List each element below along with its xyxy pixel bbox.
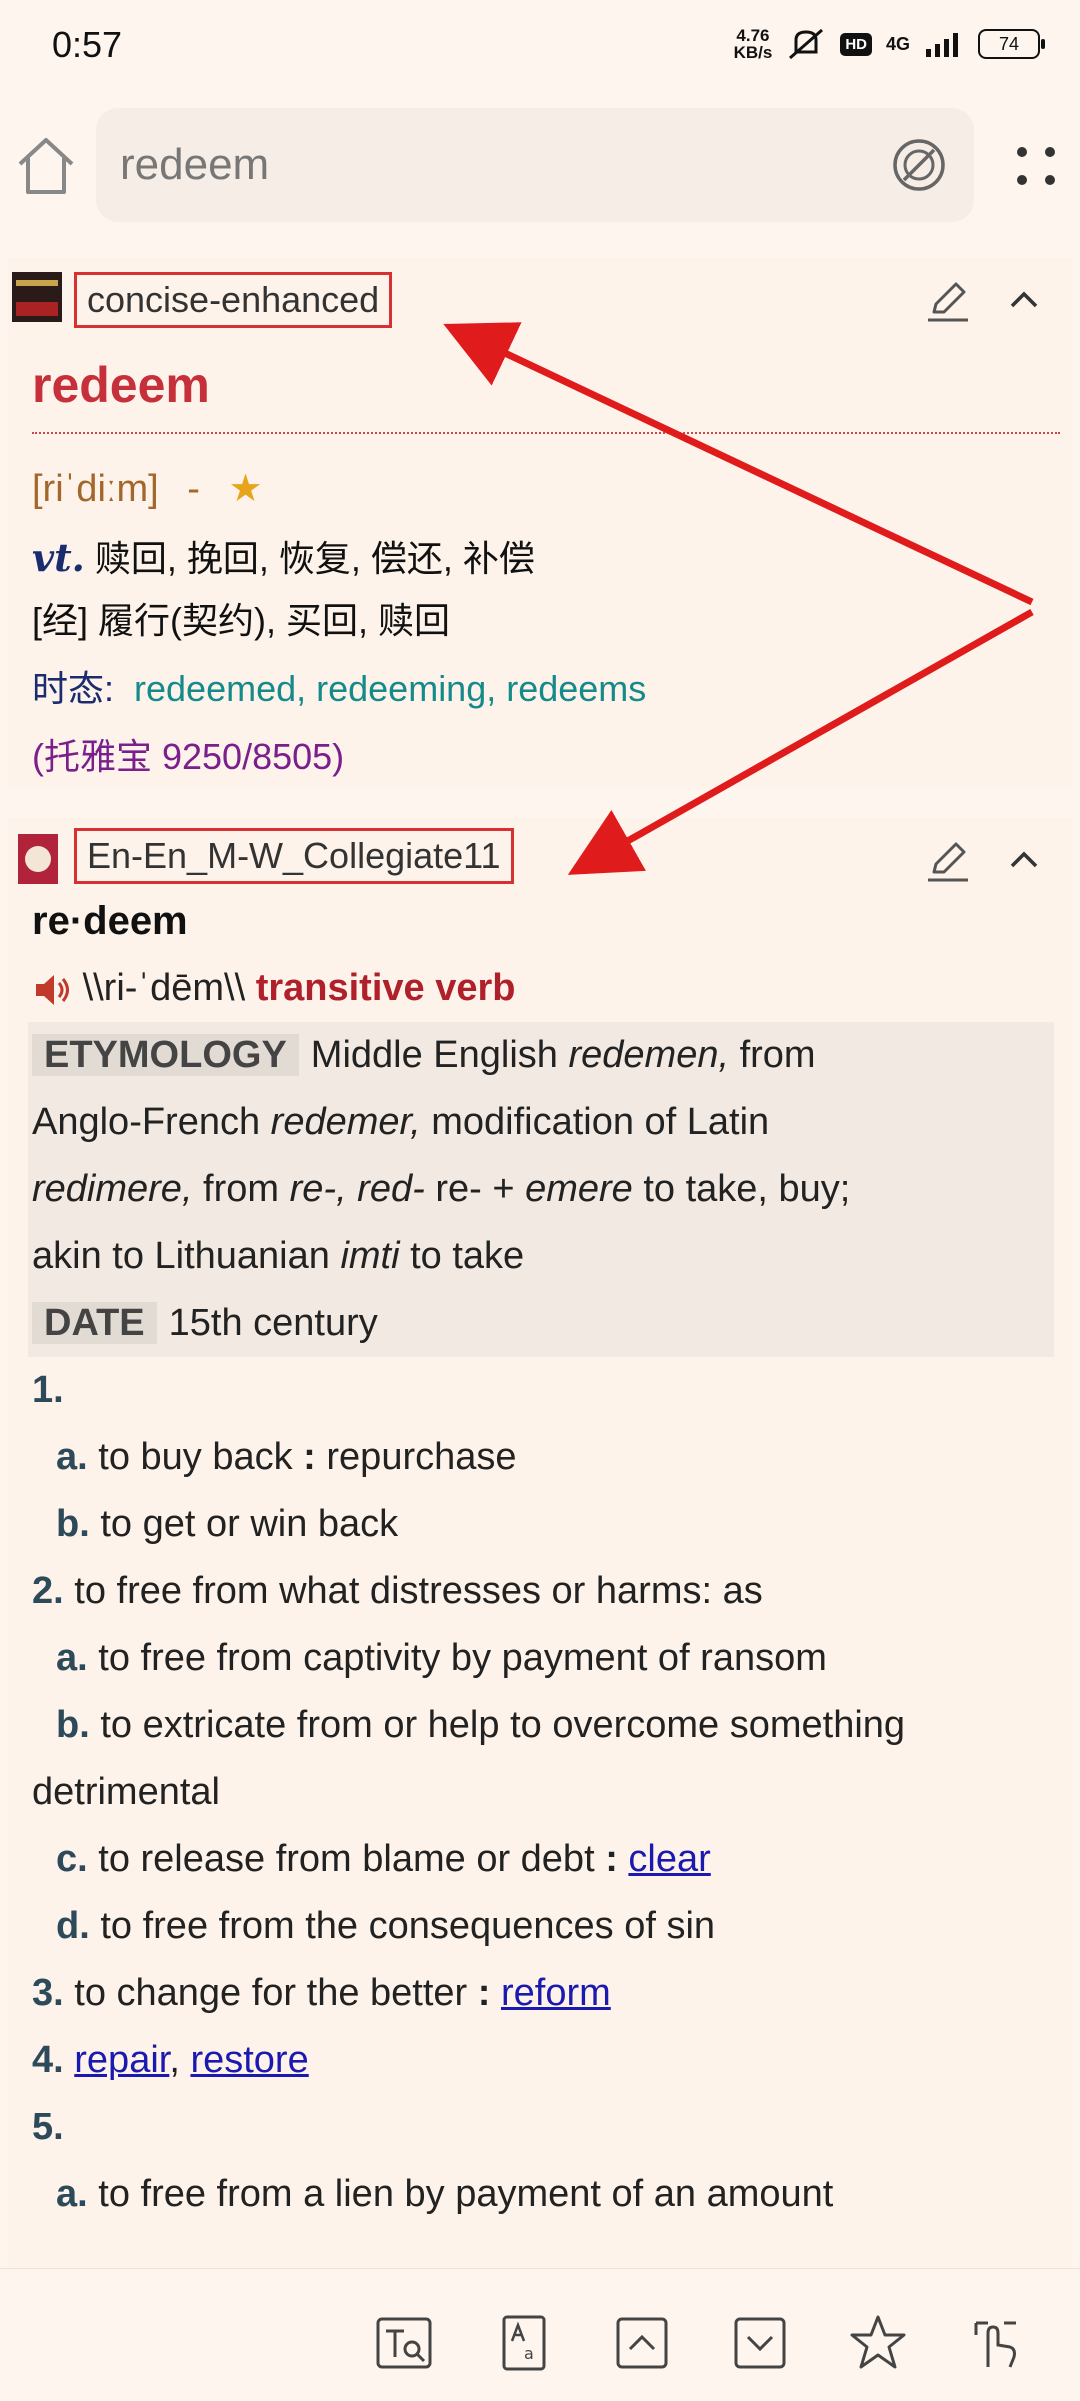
dict-name-label[interactable]: En-En_M-W_Collegiate11 — [74, 828, 514, 884]
sense-2b: b. to extricate from or help to overcome… — [56, 1704, 906, 1746]
dict-card-mw: En-En_M-W_Collegiate11 re·deem \\ri-ˈdēm… — [8, 818, 1072, 2268]
hd-badge: HD — [840, 32, 872, 56]
dict-name-label[interactable]: concise-enhanced — [74, 272, 393, 328]
sense-5: 5. — [32, 2106, 64, 2148]
previous-entry-icon[interactable] — [612, 2313, 672, 2373]
status-time: 0:57 — [52, 24, 123, 65]
tense-forms: 时态: redeemed, redeeming, redeems — [32, 668, 647, 709]
favorite-star-icon[interactable] — [848, 2313, 908, 2373]
network-type: 4G — [885, 33, 910, 54]
pronunciation: [riˈdiːm] - ★ — [32, 468, 263, 510]
etymology-tag: ETYMOLOGY — [32, 1034, 299, 1076]
clear-search-icon[interactable] — [890, 136, 948, 194]
sense-4: 4. repair, restore — [32, 2039, 309, 2081]
more-menu-icon[interactable] — [1008, 138, 1064, 194]
definition-line: [经] 履行(契约), 买回, 赎回 — [32, 600, 450, 641]
sense-2b-cont: detrimental — [32, 1771, 220, 1813]
sense-1a: a. to buy back : repurchase — [56, 1436, 517, 1478]
battery-icon: 74 — [978, 29, 1045, 59]
definition-line: vt. 赎回, 挽回, 恢复, 偿还, 补偿 — [32, 535, 535, 580]
search-row: redeem — [0, 108, 1080, 222]
sense-1b: b. to get or win back — [56, 1503, 399, 1545]
exam-frequency: (托雅宝 9250/8505) — [32, 736, 345, 777]
collapse-chevron-icon[interactable] — [1004, 280, 1044, 320]
star-icon: ★ — [228, 468, 263, 510]
link-repair[interactable]: repair — [74, 2039, 169, 2081]
divider — [32, 432, 1060, 434]
pronunciation-line: \\ri-ˈdēm\\ transitive verb — [32, 955, 1062, 1022]
mute-vibrate-icon — [789, 28, 824, 60]
status-icons: 4.76 KB/s HD 4G 74 — [733, 26, 1045, 62]
part-of-speech: transitive verb — [255, 967, 516, 1009]
signal-icon — [926, 33, 958, 57]
status-bar: 0:57 4.76 KB/s HD 4G 74 — [0, 0, 1080, 96]
sense-2: 2. to free from what distresses or harms… — [32, 1570, 763, 1612]
etymology-block: ETYMOLOGY Middle English redemen, from An… — [28, 1022, 1054, 1357]
headword: redeem — [32, 357, 210, 413]
search-input[interactable]: redeem — [96, 108, 974, 222]
date-tag: DATE — [32, 1302, 157, 1344]
sense-1: 1. — [32, 1369, 64, 1411]
next-entry-icon[interactable] — [730, 2313, 790, 2373]
touch-select-icon[interactable] — [966, 2313, 1026, 2373]
link-restore[interactable]: restore — [190, 2039, 308, 2081]
headword: re·deem — [32, 899, 188, 943]
home-icon[interactable] — [14, 134, 78, 198]
sense-2c: c. to release from blame or debt : clear — [56, 1838, 711, 1880]
link-clear[interactable]: clear — [628, 1838, 710, 1880]
bottom-toolbar: a — [0, 2268, 1080, 2401]
collapse-chevron-icon[interactable] — [1004, 840, 1044, 880]
edit-icon[interactable] — [924, 276, 972, 324]
svg-text:a: a — [524, 2344, 534, 2363]
entry-body: re·deem \\ri-ˈdēm\\ transitive verb ETYM… — [28, 888, 1062, 2228]
link-reform[interactable]: reform — [501, 1972, 611, 2014]
dict-icon-mw — [18, 834, 58, 884]
sense-5a: a. to free from a lien by payment of an … — [56, 2173, 834, 2215]
sense-2a: a. to free from captivity by payment of … — [56, 1637, 827, 1679]
sense-3: 3. to change for the better : reform — [32, 1972, 611, 2014]
edit-icon[interactable] — [924, 836, 972, 884]
net-speed: 4.76 KB/s — [733, 26, 773, 62]
sense-2d: d. to free from the consequences of sin — [56, 1905, 716, 1947]
text-search-icon[interactable] — [374, 2313, 434, 2373]
part-of-speech: vt. — [32, 535, 85, 580]
font-size-icon[interactable]: a — [494, 2313, 554, 2373]
speaker-icon[interactable] — [32, 970, 72, 1010]
search-query[interactable]: redeem — [120, 140, 269, 190]
dict-card-concise: concise-enhanced redeem [riˈdiːm] - ★ vt… — [8, 258, 1072, 788]
dict-icon-concise — [12, 272, 62, 322]
